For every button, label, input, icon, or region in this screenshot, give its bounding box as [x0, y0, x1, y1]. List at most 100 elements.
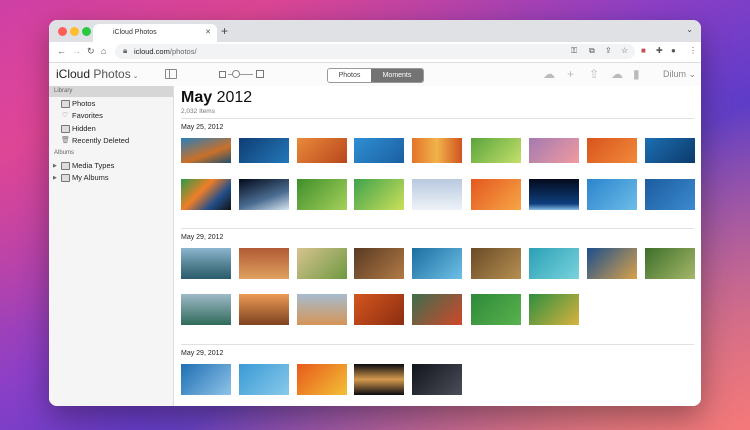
photo-thumbnail[interactable] [412, 179, 462, 210]
segment-moments[interactable]: Moments [371, 69, 423, 82]
slider-knob[interactable] [232, 70, 240, 78]
photo-thumbnail[interactable] [181, 294, 231, 325]
sidebar-item-label: Media Types [72, 161, 115, 170]
reload-icon[interactable]: ↻ [87, 46, 95, 57]
sidebar-item-recently-deleted[interactable]: 🗑︎ Recently Deleted [49, 135, 173, 147]
sidebar-item-photos[interactable]: Photos [49, 98, 173, 110]
photo-thumbnail[interactable] [529, 138, 579, 163]
photo-thumbnail[interactable] [529, 294, 579, 325]
address-bar[interactable]: 🔒︎ icloud.com/photos/ [115, 44, 635, 59]
photo-thumbnail[interactable] [354, 138, 404, 163]
browser-window: iCloud Photos ✕ + ⌄ ← → ↻ ⌂ 🔒︎ icloud.co… [49, 20, 701, 406]
section-divider [181, 118, 694, 119]
home-icon[interactable]: ⌂ [101, 46, 106, 56]
key-icon[interactable]: ⚿ [571, 46, 577, 56]
share-icon[interactable]: ⇪ [605, 46, 612, 55]
photo-thumbnail[interactable] [239, 248, 289, 279]
photo-thumbnail[interactable] [471, 294, 521, 325]
photo-thumbnail[interactable] [471, 138, 521, 163]
photo-thumbnail[interactable] [412, 364, 462, 395]
photo-thumbnail[interactable] [181, 138, 231, 163]
sidebar-item-my-albums[interactable]: ▶ My Albums [49, 172, 173, 184]
photo-thumbnail[interactable] [354, 179, 404, 210]
photo-thumbnail[interactable] [587, 248, 637, 279]
extension-icon[interactable]: ■ [641, 46, 646, 55]
photo-thumbnail[interactable] [239, 138, 289, 163]
photo-thumbnail[interactable] [239, 179, 289, 210]
photo-thumbnail[interactable] [645, 179, 695, 210]
external-link-icon[interactable]: ⧉ [589, 46, 595, 56]
photo-thumbnail[interactable] [645, 138, 695, 163]
sidebar-item-label: My Albums [72, 173, 109, 182]
close-window-button[interactable] [58, 27, 67, 36]
photo-thumbnail[interactable] [239, 364, 289, 395]
photo-thumbnail[interactable] [412, 138, 462, 163]
url-text: icloud.com/photos/ [134, 47, 197, 56]
disclosure-triangle-icon[interactable]: ▶ [53, 160, 57, 172]
large-thumb-icon [256, 70, 264, 78]
photo-thumbnail[interactable] [529, 248, 579, 279]
zoom-slider[interactable] [219, 69, 264, 79]
tab-search-chevron-icon[interactable]: ⌄ [686, 25, 693, 34]
photo-thumbnail[interactable] [181, 179, 231, 210]
share-icon[interactable]: ⇧ [589, 67, 599, 81]
sidebar: Library Photos ♡ Favorites Hidden 🗑︎ Rec… [49, 86, 174, 406]
sidebar-item-hidden[interactable]: Hidden [49, 123, 173, 135]
photo-thumbnail[interactable] [529, 179, 579, 210]
sidebar-item-media-types[interactable]: ▶ Media Types [49, 160, 173, 172]
zoom-window-button[interactable] [82, 27, 91, 36]
profile-avatar[interactable]: ● [671, 46, 676, 55]
photo-thumbnail[interactable] [181, 364, 231, 395]
trash-icon: 🗑︎ [61, 137, 70, 144]
app-brand[interactable]: iCloud Photos ⌄ [56, 67, 139, 81]
disclosure-triangle-icon[interactable]: ▶ [53, 172, 57, 184]
photo-thumbnail[interactable] [297, 179, 347, 210]
menu-dots-icon[interactable]: ⋮ [689, 46, 697, 55]
photo-thumbnail[interactable] [354, 248, 404, 279]
photo-thumbnail[interactable] [297, 294, 347, 325]
photo-thumbnail[interactable] [354, 294, 404, 325]
library-header: Library [49, 86, 173, 97]
download-icon[interactable]: ☁︎ [611, 67, 623, 81]
forward-icon[interactable]: → [72, 46, 81, 56]
photo-thumbnail[interactable] [297, 248, 347, 279]
sidebar-item-label: Recently Deleted [72, 136, 130, 145]
user-menu[interactable]: Dilum ⌄ [663, 69, 696, 80]
tab-icloud-photos[interactable]: iCloud Photos ✕ [93, 24, 217, 42]
sidebar-item-favorites[interactable]: ♡ Favorites [49, 110, 173, 122]
section-divider [181, 228, 694, 229]
segment-photos[interactable]: Photos [328, 69, 371, 82]
photo-thumbnail[interactable] [587, 138, 637, 163]
new-tab-icon[interactable]: + [221, 24, 228, 38]
hidden-icon [61, 125, 70, 133]
moment-date-header: May 25, 2012 [181, 124, 224, 131]
view-segmented-control: Photos Moments [327, 68, 424, 83]
photo-thumbnail[interactable] [181, 248, 231, 279]
add-icon[interactable]: + [567, 67, 574, 81]
albums-header: Albums [54, 150, 75, 156]
photo-thumbnail[interactable] [412, 294, 462, 325]
back-icon[interactable]: ← [57, 46, 66, 56]
photo-thumbnail[interactable] [239, 294, 289, 325]
delete-icon[interactable]: ▮ [633, 67, 640, 81]
photo-thumbnail[interactable] [297, 138, 347, 163]
sidebar-item-label: Favorites [72, 111, 103, 120]
folder-icon [61, 162, 70, 170]
photo-thumbnail[interactable] [471, 179, 521, 210]
small-thumb-icon [219, 71, 226, 78]
photo-thumbnail[interactable] [587, 179, 637, 210]
puzzle-icon[interactable]: ✚ [656, 46, 663, 55]
tab-bar: iCloud Photos ✕ + ⌄ [49, 20, 701, 42]
upload-icon[interactable]: ☁︎ [543, 67, 555, 81]
minimize-window-button[interactable] [70, 27, 79, 36]
photo-thumbnail[interactable] [645, 248, 695, 279]
bookmark-star-icon[interactable]: ☆ [621, 46, 628, 55]
photo-thumbnail[interactable] [412, 248, 462, 279]
photo-thumbnail[interactable] [354, 364, 404, 395]
sidebar-item-label: Hidden [72, 124, 96, 133]
photos-toolbar: iCloud Photos ⌄ Photos Moments ☁︎ + ⇧ ☁︎… [49, 63, 701, 87]
sidebar-toggle-icon[interactable] [165, 69, 177, 79]
photo-thumbnail[interactable] [471, 248, 521, 279]
close-tab-icon[interactable]: ✕ [205, 28, 211, 36]
photo-thumbnail[interactable] [297, 364, 347, 395]
